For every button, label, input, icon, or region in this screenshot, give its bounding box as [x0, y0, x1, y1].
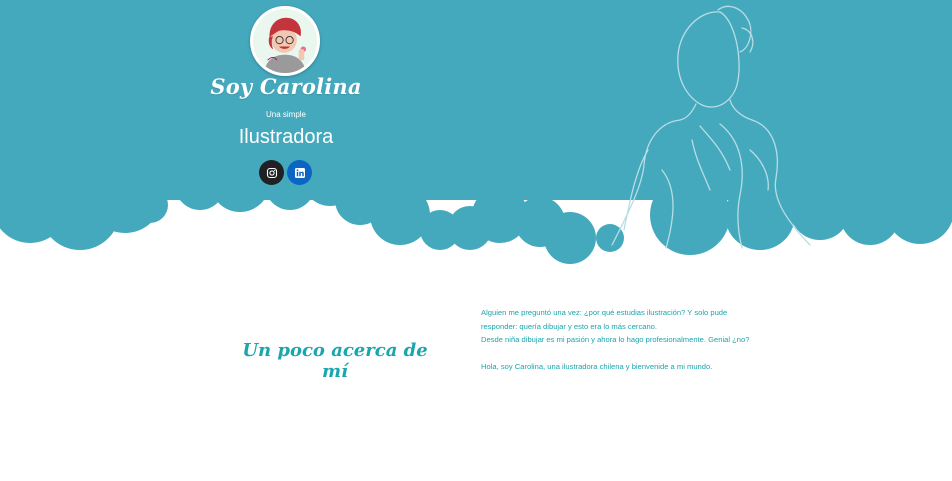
about-paragraph: Alguien me preguntó una vez: ¿por qué es… [481, 308, 728, 317]
page: Soy Carolina Una simple Ilustradora Un p… [0, 0, 952, 481]
about-paragraph: responder: quería dibujar y esto era lo … [481, 321, 658, 331]
tagline: Una simple [265, 110, 306, 119]
figure-sketch-illustration [611, 5, 811, 249]
about-paragraph: Desde niña dibujar es mi pasión y ahora … [481, 335, 750, 344]
linkedin-button[interactable] [287, 160, 312, 185]
illustrated-portrait-icon [253, 9, 317, 73]
instagram-button[interactable] [259, 160, 284, 185]
about-text: Alguien me preguntó una vez: ¿por qué es… [481, 306, 781, 373]
avatar [250, 6, 320, 76]
linkedin-icon [294, 167, 305, 178]
about-paragraph: Hola, soy Carolina, una ilustradora chil… [481, 361, 713, 371]
site-title[interactable]: Soy Carolina [186, 74, 386, 99]
instagram-icon [266, 167, 277, 178]
role-title: Ilustradora [238, 126, 334, 148]
about-heading: Un poco acerca de mí [242, 340, 428, 382]
